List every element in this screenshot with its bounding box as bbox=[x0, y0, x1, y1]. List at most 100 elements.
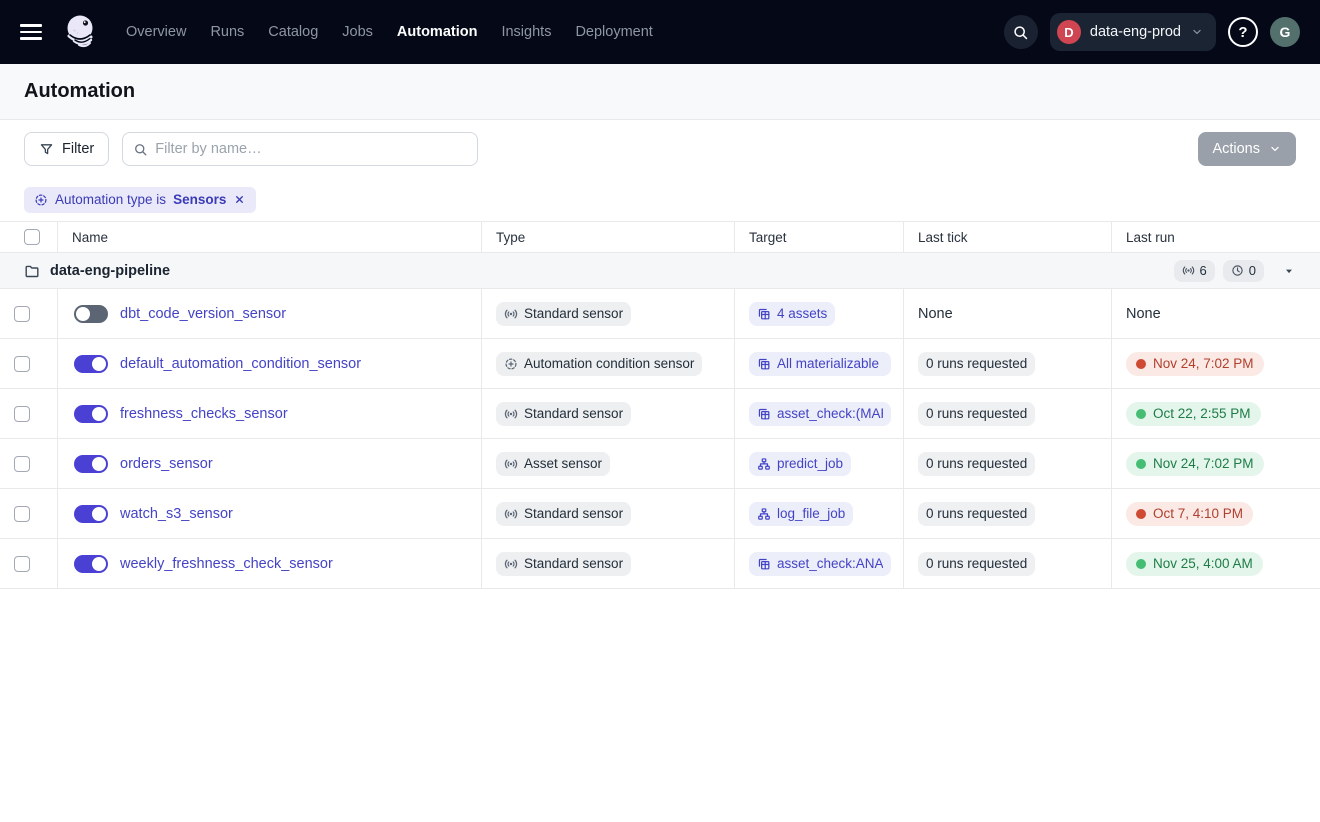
table-header: Name Type Target Last tick Last run bbox=[0, 221, 1320, 253]
filter-button[interactable]: Filter bbox=[24, 132, 109, 166]
row-checkbox[interactable] bbox=[14, 406, 30, 422]
filter-tag-automation-type: Automation type is Sensors bbox=[24, 187, 256, 213]
last-run-value: None bbox=[1126, 306, 1161, 322]
sensor-toggle[interactable] bbox=[74, 505, 108, 523]
table-row: weekly_freshness_check_sensor Standard s… bbox=[0, 539, 1320, 589]
dagster-logo-icon bbox=[62, 12, 100, 52]
target-link[interactable]: log_file_job bbox=[749, 502, 853, 526]
sensor-icon bbox=[504, 307, 518, 321]
nav-item-insights[interactable]: Insights bbox=[501, 24, 551, 40]
run-status-dot bbox=[1136, 459, 1146, 469]
table-row: dbt_code_version_sensor Standard sensor … bbox=[0, 289, 1320, 339]
run-status-dot bbox=[1136, 359, 1146, 369]
select-all-checkbox[interactable] bbox=[24, 229, 40, 245]
sensor-toggle[interactable] bbox=[74, 455, 108, 473]
sensor-icon bbox=[504, 407, 518, 421]
avatar[interactable]: G bbox=[1270, 17, 1300, 47]
deployment-switcher[interactable]: D data-eng-prod bbox=[1050, 13, 1216, 51]
nav-item-deployment[interactable]: Deployment bbox=[575, 24, 652, 40]
sensor-icon bbox=[504, 457, 518, 471]
last-tick-badge: 0 runs requested bbox=[918, 502, 1035, 526]
last-tick-value: None bbox=[918, 306, 953, 322]
column-header-type: Type bbox=[481, 222, 734, 252]
name-filter-input[interactable] bbox=[155, 141, 467, 157]
column-header-name: Name bbox=[57, 222, 481, 252]
last-run-link[interactable]: Nov 24, 7:02 PM bbox=[1126, 452, 1264, 476]
sensor-name-link[interactable]: weekly_freshness_check_sensor bbox=[120, 556, 333, 572]
hamburger-menu-icon[interactable] bbox=[20, 24, 46, 39]
help-button[interactable]: ? bbox=[1228, 17, 1258, 47]
row-checkbox[interactable] bbox=[14, 306, 30, 322]
sensor-name-link[interactable]: dbt_code_version_sensor bbox=[120, 306, 286, 322]
target-link[interactable]: asset_check:ANALY bbox=[749, 552, 891, 576]
search-button[interactable] bbox=[1004, 15, 1038, 49]
sensor-name-link[interactable]: orders_sensor bbox=[120, 456, 213, 472]
sensor-toggle[interactable] bbox=[74, 405, 108, 423]
nav-item-automation[interactable]: Automation bbox=[397, 24, 478, 40]
folder-icon bbox=[24, 263, 40, 279]
search-icon bbox=[1012, 24, 1029, 41]
sensor-type-badge: Standard sensor bbox=[496, 552, 631, 576]
actions-button[interactable]: Actions bbox=[1198, 132, 1296, 166]
run-status-dot bbox=[1136, 409, 1146, 419]
asset-icon bbox=[757, 407, 771, 421]
last-run-link[interactable]: Oct 22, 2:55 PM bbox=[1126, 402, 1261, 426]
row-checkbox[interactable] bbox=[14, 506, 30, 522]
sensor-name-link[interactable]: default_automation_condition_sensor bbox=[120, 356, 361, 372]
name-filter-field bbox=[122, 132, 478, 166]
repo-group-row: data-eng-pipeline 6 0 bbox=[0, 253, 1320, 289]
target-link[interactable]: asset_check:(MARK bbox=[749, 402, 891, 426]
sensor-type-badge: Standard sensor bbox=[496, 302, 631, 326]
deployment-badge: D bbox=[1057, 20, 1081, 44]
caret-down-icon bbox=[1282, 264, 1296, 278]
table-row: default_automation_condition_sensor Auto… bbox=[0, 339, 1320, 389]
sensor-type-badge: Asset sensor bbox=[496, 452, 610, 476]
active-filters-row: Automation type is Sensors bbox=[0, 178, 1320, 221]
page-title: Automation bbox=[24, 80, 135, 103]
target-link[interactable]: 4 assets bbox=[749, 302, 835, 326]
funnel-icon bbox=[39, 142, 54, 157]
target-link[interactable]: predict_job bbox=[749, 452, 851, 476]
job-icon bbox=[757, 457, 771, 471]
job-icon bbox=[757, 507, 771, 521]
target-link[interactable]: All materializable as bbox=[749, 352, 891, 376]
row-checkbox[interactable] bbox=[14, 556, 30, 572]
sensor-icon bbox=[504, 507, 518, 521]
table-row: watch_s3_sensor Standard sensor log_file… bbox=[0, 489, 1320, 539]
asset-icon bbox=[757, 357, 771, 371]
clock-icon bbox=[1231, 264, 1244, 277]
table-row: freshness_checks_sensor Standard sensor … bbox=[0, 389, 1320, 439]
repo-group-name: data-eng-pipeline bbox=[50, 263, 170, 279]
sensor-toggle[interactable] bbox=[74, 305, 108, 323]
close-icon bbox=[233, 193, 246, 206]
search-icon bbox=[133, 142, 148, 157]
main-nav: Overview Runs Catalog Jobs Automation In… bbox=[126, 24, 653, 40]
deployment-name: data-eng-prod bbox=[1090, 24, 1181, 40]
last-tick-badge: 0 runs requested bbox=[918, 352, 1035, 376]
sensor-toggle[interactable] bbox=[74, 555, 108, 573]
nav-item-catalog[interactable]: Catalog bbox=[268, 24, 318, 40]
row-checkbox[interactable] bbox=[14, 356, 30, 372]
remove-filter-button[interactable] bbox=[233, 193, 246, 206]
table-row: orders_sensor Asset sensor predict_job 0… bbox=[0, 439, 1320, 489]
nav-item-overview[interactable]: Overview bbox=[126, 24, 186, 40]
last-run-link[interactable]: Nov 25, 4:00 AM bbox=[1126, 552, 1263, 576]
last-tick-badge: 0 runs requested bbox=[918, 402, 1035, 426]
sensor-count-badge: 6 bbox=[1174, 260, 1215, 282]
sensor-name-link[interactable]: watch_s3_sensor bbox=[120, 506, 233, 522]
collapse-group-button[interactable] bbox=[1282, 264, 1296, 278]
last-run-link[interactable]: Nov 24, 7:02 PM bbox=[1126, 352, 1264, 376]
sensor-icon bbox=[1182, 264, 1195, 277]
sensor-name-link[interactable]: freshness_checks_sensor bbox=[120, 406, 288, 422]
schedule-count-badge: 0 bbox=[1223, 260, 1264, 282]
nav-item-runs[interactable]: Runs bbox=[210, 24, 244, 40]
automation-condition-icon bbox=[504, 357, 518, 371]
nav-item-jobs[interactable]: Jobs bbox=[342, 24, 373, 40]
last-run-link[interactable]: Oct 7, 4:10 PM bbox=[1126, 502, 1253, 526]
sensor-type-badge: Standard sensor bbox=[496, 502, 631, 526]
last-tick-badge: 0 runs requested bbox=[918, 552, 1035, 576]
run-status-dot bbox=[1136, 559, 1146, 569]
column-header-last-run: Last run bbox=[1111, 222, 1320, 252]
row-checkbox[interactable] bbox=[14, 456, 30, 472]
sensor-toggle[interactable] bbox=[74, 355, 108, 373]
